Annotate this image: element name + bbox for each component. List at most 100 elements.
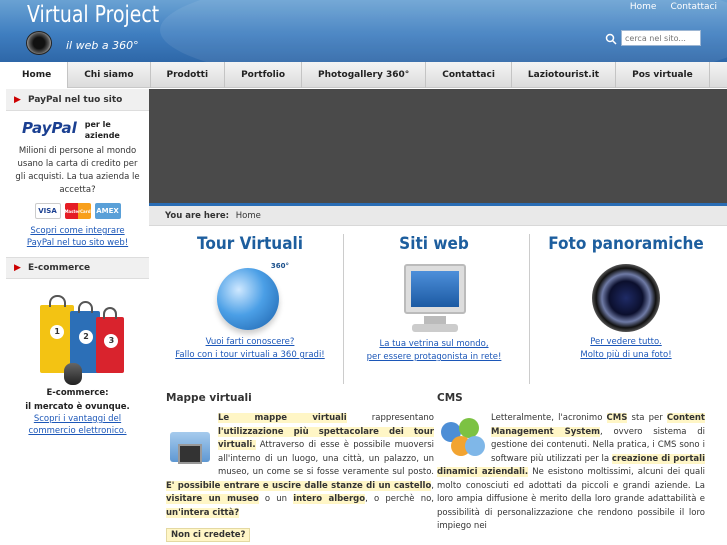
- breadcrumb: You are here: Home: [149, 206, 727, 226]
- paypal-description: Milioni di persone al mondo usano la car…: [15, 146, 140, 195]
- feature-link[interactable]: Per vedere tutto.: [537, 336, 715, 349]
- highlight: Le mappe virtuali: [218, 413, 347, 423]
- nav-home[interactable]: Home: [6, 62, 69, 88]
- divider: [529, 234, 530, 384]
- feature-tour-virtuali: Tour Virtuali 360° Vuoi farti conoscere?…: [161, 226, 339, 386]
- monitor-icon[interactable]: [398, 262, 470, 336]
- cms-heading: CMS: [437, 392, 463, 404]
- search-input[interactable]: [621, 30, 701, 46]
- mappe-heading: Mappe virtuali: [166, 392, 252, 404]
- monitor-inner: [411, 271, 459, 307]
- paypal-heading: ▶ PayPal nel tuo sito: [6, 89, 149, 111]
- nav-chi-siamo[interactable]: Chi siamo: [68, 62, 151, 88]
- paypal-tagline: per le aziende: [84, 120, 120, 140]
- features-row: Tour Virtuali 360° Vuoi farti conoscere?…: [149, 226, 727, 386]
- text: sta per: [627, 413, 667, 423]
- mastercard-icon: MasterCard: [64, 203, 91, 219]
- nav-contattaci[interactable]: Contattaci: [426, 62, 512, 88]
- paypal-link-1[interactable]: Scopri come integrare: [6, 225, 149, 237]
- highlight: visitare un museo: [166, 494, 259, 504]
- feature-link[interactable]: La tua vetrina sul mondo,: [345, 338, 523, 351]
- top-link-home[interactable]: Home: [630, 2, 657, 12]
- ecommerce-link-2[interactable]: commercio elettronico.: [6, 425, 149, 437]
- monitor-screen: [404, 264, 466, 314]
- nav-portfolio[interactable]: Portfolio: [225, 62, 303, 88]
- feature-title[interactable]: Foto panoramiche: [546, 234, 706, 254]
- feature-link[interactable]: Vuoi farti conoscere?: [161, 336, 339, 349]
- breadcrumb-current: Home: [235, 211, 261, 221]
- content-columns: Mappe virtuali Le mappe virtuali rappres…: [149, 386, 727, 542]
- logo-lens-icon: [26, 31, 52, 55]
- breadcrumb-label: You are here:: [165, 211, 230, 221]
- bag-red: 3: [96, 307, 124, 373]
- ecommerce-link-1[interactable]: Scopri i vantaggi del: [6, 413, 149, 425]
- site-subtitle: il web a 360°: [66, 39, 139, 52]
- monitor-base: [412, 324, 458, 332]
- nav-prodotti[interactable]: Prodotti: [151, 62, 226, 88]
- bag-number: 3: [104, 333, 119, 348]
- site-title[interactable]: Virtual Project: [27, 2, 159, 28]
- top-link-contattaci[interactable]: Contattaci: [670, 2, 717, 12]
- ecommerce-title-1: E-commerce:: [46, 388, 109, 398]
- banner-area: [149, 89, 727, 206]
- mappe-virtuali-section: Mappe virtuali Le mappe virtuali rappres…: [166, 392, 434, 542]
- feature-title[interactable]: Siti web: [354, 234, 514, 254]
- paypal-logo[interactable]: PayPal per le aziende: [22, 119, 149, 141]
- sidebar: ▶ PayPal nel tuo sito PayPal per le azie…: [6, 89, 149, 545]
- text: ,: [431, 480, 434, 491]
- folder-video-icon: [166, 422, 214, 470]
- divider: [343, 234, 344, 384]
- text: Letteralmente, l'acronimo: [491, 413, 607, 423]
- shopping-bags-icon[interactable]: 1 2 3: [30, 285, 130, 385]
- film-shape: [178, 444, 202, 464]
- globe-ball: [217, 268, 279, 330]
- nav-pos-virtuale[interactable]: Pos virtuale: [616, 62, 710, 88]
- text: rappresentano: [346, 413, 434, 423]
- cms-bubbles-icon: [437, 414, 487, 462]
- ecommerce-heading: ▶ E-commerce: [6, 257, 149, 279]
- cms-section: CMS Letteralmente, l'acronimo CMS sta pe…: [437, 392, 705, 534]
- monitor-stand: [424, 316, 446, 324]
- amex-card-icon: AMEX: [94, 203, 121, 219]
- search-icon[interactable]: [605, 33, 617, 45]
- globe-360-icon[interactable]: 360°: [211, 262, 289, 332]
- main-nav: Home Chi siamo Prodotti Portfolio Photog…: [6, 62, 727, 88]
- bag-number: 1: [50, 325, 65, 340]
- feature-foto-panoramiche: Foto panoramiche Per vedere tutto. Molto…: [537, 226, 715, 386]
- highlight: CMS: [606, 413, 628, 423]
- feature-link[interactable]: Molto più di una foto!: [537, 349, 715, 362]
- bag-handle: [77, 301, 93, 313]
- bullet-icon: ▶: [14, 94, 21, 105]
- bag-handle: [48, 295, 66, 307]
- feature-link[interactable]: per essere protagonista in rete!: [345, 351, 523, 364]
- site-header: Virtual Project il web a 360° Home Conta…: [0, 0, 727, 62]
- feature-title[interactable]: Tour Virtuali: [170, 234, 330, 254]
- top-links: Home Contattaci: [630, 2, 717, 12]
- main-content: You are here: Home Tour Virtuali 360° Vu…: [149, 89, 727, 545]
- nav-laziotourist[interactable]: Laziotourist.it: [512, 62, 617, 88]
- non-ci-credete-button[interactable]: Non ci credete?: [166, 528, 251, 542]
- paypal-logo-text: PayPal: [22, 119, 77, 137]
- highlight: E' possibile entrare e uscire dalle stan…: [166, 480, 432, 491]
- text: o un: [258, 494, 294, 504]
- ecommerce-heading-text: E-commerce: [28, 263, 91, 273]
- visa-card-icon: VISA: [34, 203, 61, 219]
- bullet-icon: ▶: [14, 263, 21, 273]
- bubble-lightblue: [465, 436, 485, 456]
- ecommerce-title-2: il mercato è ovunque.: [25, 402, 130, 412]
- bubble-green: [459, 418, 479, 438]
- highlight: un'intera città?: [166, 507, 240, 518]
- feature-link[interactable]: Fallo con i tour virtuali a 360 gradi!: [161, 349, 339, 362]
- badge-360: 360°: [270, 262, 289, 270]
- paypal-heading-text: PayPal nel tuo sito: [28, 94, 123, 105]
- camera-lens-icon[interactable]: [592, 264, 660, 332]
- credit-cards: VISA MasterCard AMEX: [6, 203, 149, 219]
- mouse-icon: [64, 363, 82, 385]
- paypal-link-2[interactable]: PayPal nel tuo sito web!: [6, 237, 149, 249]
- mastercard-label: MasterCard: [64, 208, 91, 214]
- bag-handle: [103, 307, 117, 319]
- text: , o perchè no,: [365, 494, 434, 504]
- feature-siti-web: Siti web La tua vetrina sul mondo, per e…: [345, 226, 523, 386]
- bag-number: 2: [79, 329, 93, 344]
- nav-photogallery[interactable]: Photogallery 360°: [302, 62, 427, 88]
